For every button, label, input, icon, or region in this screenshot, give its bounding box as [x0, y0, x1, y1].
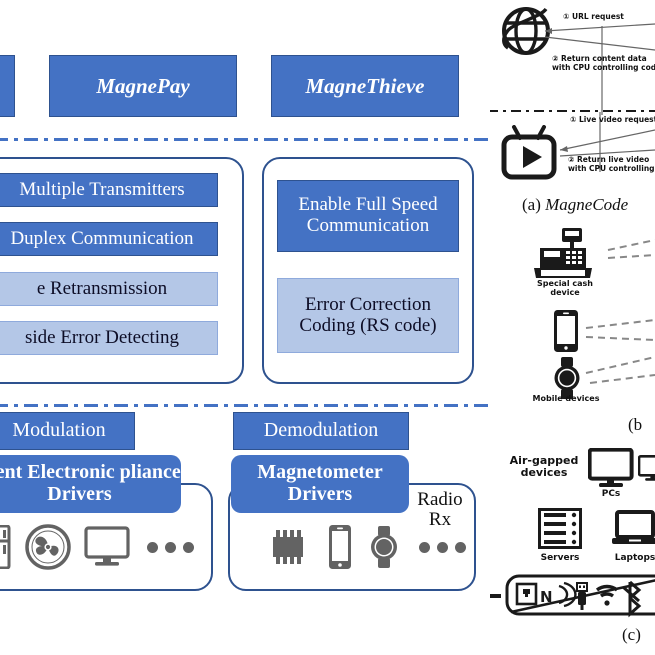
driver-label-appliance: erent Electronic pliance Drivers [0, 455, 181, 513]
no-connectivity-strip: N [490, 574, 655, 618]
feature-label: e Retransmission [36, 277, 168, 299]
arrow-label-url-request: ① URL request [563, 12, 624, 21]
arrow-num: ② [568, 155, 575, 164]
arrow-text: URL request [571, 12, 624, 21]
arrow-text: Return content data [560, 54, 647, 63]
caption-name: MagneCode [545, 195, 629, 214]
title-label: MagnePay [96, 73, 190, 98]
label-pcs: PCs [601, 489, 621, 499]
driver-title-demodulation: Demodulation [233, 412, 409, 450]
arrow-text: Live video request [578, 115, 655, 124]
driver-title-label: Modulation [12, 419, 106, 442]
feature-label: Error Correction Coding (RS code) [299, 293, 437, 336]
arrow-num: ① [563, 12, 570, 21]
arrow-num: ① [570, 115, 577, 124]
title-box-magnepay: MagnePay [49, 55, 237, 117]
caption-b: (b [628, 415, 643, 434]
magnetometer-icon-strip [265, 524, 466, 570]
monitor-icon [638, 448, 655, 490]
monitor-icon [588, 448, 634, 490]
feature-box-error-correction: Error Correction Coding (RS code) [277, 278, 459, 353]
feature-label: side Error Detecting [24, 326, 180, 348]
feature-box-multiple-transmitters: Multiple Transmitters [0, 173, 218, 207]
arrow-num: ② [552, 54, 559, 63]
chip-icon [265, 529, 311, 565]
feature-box-duplex-communication: Duplex Communication [0, 222, 218, 256]
caption-c: (c) [622, 625, 641, 644]
title-box-magnethieve: MagneThieve [271, 55, 459, 117]
arrow-text-2: with CPU controlling [568, 164, 655, 174]
architecture-diagram-panel: MagnePay MagneThieve Multiple Transmitte… [0, 0, 490, 655]
section-divider-bottom [0, 404, 490, 407]
appliance-icon-strip [0, 524, 194, 570]
driver-label-text: erent Electronic pliance Drivers [0, 461, 181, 505]
driver-title-modulation: Modulation [0, 412, 135, 450]
arrow-label-live-video-request: ① Live video request [570, 115, 655, 124]
feature-box-full-speed: Enable Full Speed Communication [277, 180, 459, 252]
title-box-partial [0, 55, 15, 117]
feature-label: Enable Full Speed Communication [298, 194, 438, 236]
section-divider-top [0, 138, 490, 141]
arrow-label-return-live-video: ② Return live video with CPU controlling [568, 155, 655, 174]
feature-box-error-detecting: side Error Detecting [0, 321, 218, 355]
wireless-dashes-b [585, 239, 655, 384]
usecase-illustration-panel: ① URL request ② Return content data with… [490, 0, 655, 655]
label-servers: Servers [540, 553, 580, 563]
caption-a: (a) MagneCode [522, 195, 628, 215]
smartwatch-icon [369, 525, 399, 569]
feature-label: Multiple Transmitters [19, 178, 185, 200]
fan-icon [25, 524, 71, 570]
fridge-icon [0, 525, 12, 569]
caption-prefix: (a) [522, 195, 541, 214]
ellipsis-icon [419, 541, 466, 553]
feature-box-retransmission: e Retransmission [0, 272, 218, 306]
ellipsis-icon [147, 541, 194, 553]
feature-label: Duplex Communication [10, 227, 194, 249]
arrow-text-2: with CPU controlling cod [552, 63, 655, 73]
label-air-gapped-devices: Air-gapped devices [509, 454, 579, 480]
arrow-label-return-content: ② Return content data with CPU controlli… [552, 54, 655, 73]
monitor-icon [84, 526, 130, 568]
driver-label-text: Magnetometer Drivers [257, 461, 383, 505]
arrow-text: Return live video [576, 155, 650, 164]
driver-label-magnetometer: Magnetometer Drivers [231, 455, 409, 513]
title-label: MagneThieve [305, 73, 425, 98]
servers-icon [538, 508, 582, 550]
ethernet-icon [515, 582, 538, 606]
laptop-icon [612, 510, 655, 548]
driver-title-label: Demodulation [263, 419, 379, 442]
label-laptops: Laptops [614, 553, 655, 563]
smartphone-icon [327, 524, 353, 570]
